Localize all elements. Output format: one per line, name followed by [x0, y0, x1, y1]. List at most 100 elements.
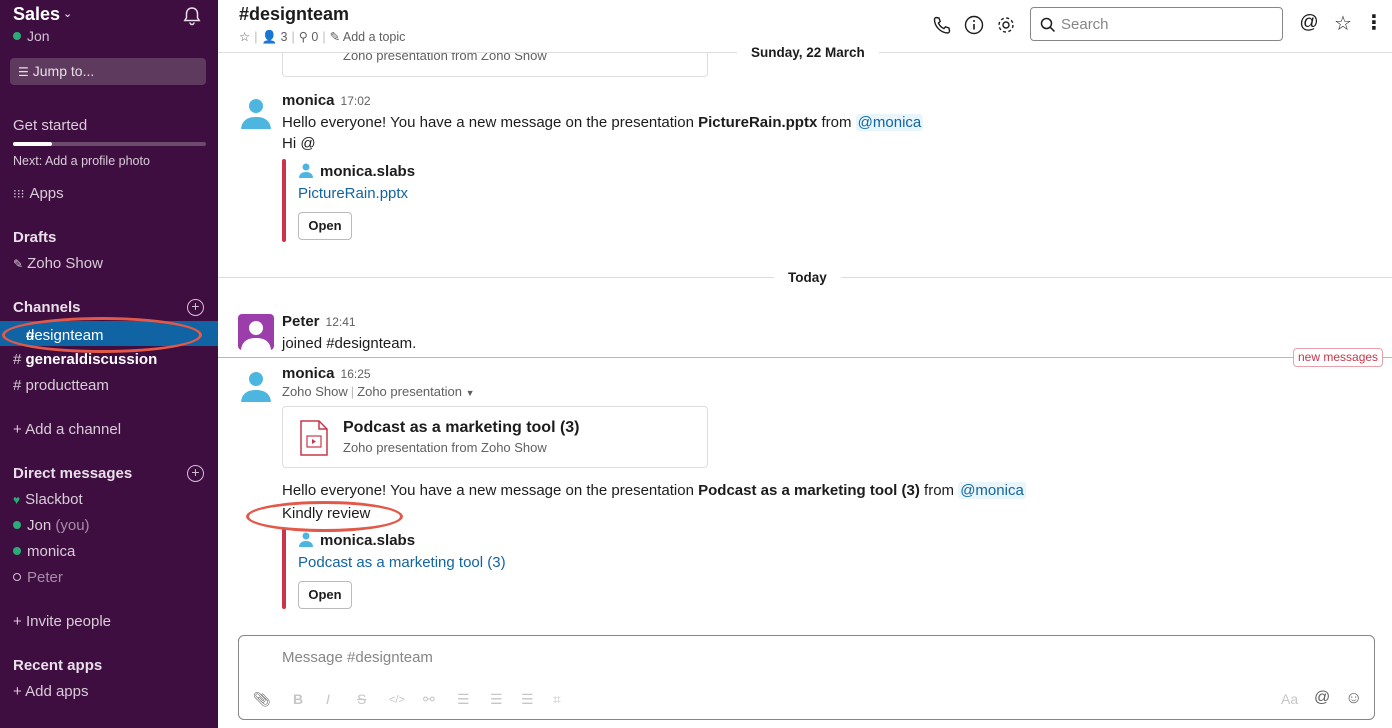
message-input[interactable]: Message #designteam — [282, 649, 433, 666]
sidebar-channel-productteam[interactable]: # productteam — [13, 377, 109, 394]
apps-link[interactable]: ⁝⁝⁝ Apps — [13, 185, 64, 202]
heart-icon: ♥ — [13, 493, 21, 507]
draft-item[interactable]: ✎ Zoho Show — [13, 255, 103, 272]
online-status-icon — [13, 521, 21, 529]
star-icon[interactable]: ☆ — [1332, 11, 1354, 35]
dm-item-slackbot[interactable]: ♥ Slackbot — [13, 491, 83, 508]
mention-icon[interactable]: @ — [1314, 689, 1330, 707]
direct-messages-header[interactable]: Direct messages — [13, 465, 132, 482]
message-author[interactable]: monica 17:02 — [282, 92, 371, 109]
message-author[interactable]: monica 16:25 — [282, 365, 371, 382]
dm-label: Slackbot — [25, 491, 83, 508]
chevron-down-icon: ⌄ — [63, 8, 73, 20]
members-icon[interactable]: 👤 — [261, 30, 277, 44]
format-toggle-icon[interactable]: Aa — [1281, 691, 1298, 707]
online-status-icon — [13, 32, 21, 40]
invite-label: Invite people — [25, 613, 112, 630]
message-time[interactable]: 16:25 — [341, 367, 371, 381]
more-icon[interactable]: ⋮ — [1363, 10, 1385, 34]
avatar[interactable] — [238, 93, 274, 129]
search-input[interactable] — [1061, 14, 1271, 34]
emoji-icon[interactable]: ☺ — [1345, 688, 1362, 708]
add-dm-icon[interactable]: + — [187, 465, 204, 482]
dm-suffix: (you) — [55, 517, 90, 534]
next-step-text[interactable]: Next: Add a profile photo — [13, 154, 150, 168]
day-divider-label: Sunday, 22 March — [737, 45, 879, 60]
dm-item-peter[interactable]: Peter — [13, 569, 63, 586]
bell-icon[interactable] — [181, 5, 203, 27]
star-icon[interactable]: ☆ — [239, 30, 250, 44]
file-card-title[interactable]: Podcast as a marketing tool (3) — [343, 419, 580, 437]
message-text-line2: Hi @ — [282, 135, 316, 152]
invite-people-link[interactable]: + Invite people — [13, 613, 111, 630]
slack-app: Sales ⌄ Jon ☰ Jump to... Get started Next:… — [0, 0, 1392, 728]
user-mention[interactable]: @monica — [855, 114, 924, 131]
sidebar: Sales ⌄ Jon ☰ Jump to... Get started Next:… — [0, 0, 218, 728]
offline-status-icon — [13, 573, 21, 581]
attach-icon[interactable]: 📎︎ — [253, 691, 271, 708]
channels-header[interactable]: Channels — [13, 299, 81, 316]
sidebar-channel-generaldiscussion[interactable]: # generaldiscussion — [13, 351, 157, 368]
gear-icon[interactable] — [995, 14, 1017, 36]
code-icon[interactable]: </> — [389, 694, 405, 706]
dm-item-jon[interactable]: Jon (you) — [13, 517, 90, 534]
avatar[interactable] — [238, 366, 274, 402]
current-user[interactable]: Jon — [13, 28, 50, 44]
add-channel-link[interactable]: + Add a channel — [13, 421, 121, 438]
jump-to-button[interactable]: ☰ Jump to... — [10, 58, 206, 85]
workspace-name: Sales — [13, 4, 61, 24]
message-time[interactable]: 17:02 — [341, 94, 371, 108]
add-apps-label: Add apps — [25, 683, 89, 700]
file-card[interactable]: Podcast as a marketing tool (3) Zoho pre… — [282, 406, 708, 468]
message-composer[interactable]: Message #designteam 📎︎ B I S </> ⚯ ☰ ☰ ☰… — [238, 635, 1375, 720]
recent-apps-header[interactable]: Recent apps — [13, 657, 102, 674]
draft-label: Zoho Show — [27, 255, 103, 272]
open-button[interactable]: Open — [298, 212, 352, 240]
dm-item-monica[interactable]: monica — [13, 543, 75, 560]
add-apps-link[interactable]: + Add apps — [13, 683, 89, 700]
attachment-link[interactable]: Podcast as a marketing tool (3) — [298, 554, 506, 571]
attachment-accent — [282, 528, 286, 609]
pencil-icon: ✎ — [329, 30, 341, 44]
hash-icon: # — [13, 377, 22, 394]
message-text: joined #designteam. — [282, 335, 417, 352]
workspace-switcher[interactable]: Sales ⌄ — [13, 4, 72, 25]
bold-icon[interactable]: B — [293, 691, 303, 707]
blockquote-icon[interactable]: ☰ — [521, 691, 534, 708]
pin-icon[interactable]: ⚲ — [299, 30, 308, 44]
dm-label: monica — [27, 543, 76, 560]
search-box[interactable] — [1030, 7, 1283, 41]
member-count[interactable]: 3 — [281, 30, 288, 44]
drafts-header[interactable]: Drafts — [13, 229, 56, 246]
channel-label: generaldiscussion — [25, 351, 158, 368]
hash-icon: # — [13, 351, 22, 368]
apps-label: Apps — [29, 185, 64, 202]
strikethrough-icon[interactable]: S — [357, 691, 366, 707]
add-channel-label: Add a channel — [25, 421, 122, 438]
mentions-icon[interactable]: @ — [1298, 12, 1320, 34]
add-channel-icon[interactable]: + — [187, 299, 204, 316]
channel-title[interactable]: #designteam — [239, 4, 349, 25]
avatar[interactable] — [238, 314, 274, 350]
sidebar-channel-designteam[interactable]: # designteam — [0, 321, 218, 346]
info-icon[interactable] — [963, 14, 985, 36]
pin-count[interactable]: 0 — [311, 30, 318, 44]
link-icon[interactable]: ⚯ — [423, 691, 435, 708]
phone-icon[interactable] — [931, 14, 953, 36]
message-text: Hello everyone! You have a new message o… — [282, 114, 924, 131]
code-block-icon[interactable]: ⌗ — [553, 691, 561, 708]
jump-to-icon: ☰ — [18, 65, 29, 79]
open-button[interactable]: Open — [298, 581, 352, 609]
apps-grid-icon: ⁝⁝⁝ — [13, 187, 25, 201]
message-author[interactable]: Peter 12:41 — [282, 313, 356, 330]
new-messages-divider — [218, 357, 1392, 358]
add-topic-link[interactable]: Add a topic — [343, 30, 406, 44]
bulleted-list-icon[interactable]: ☰ — [490, 691, 503, 708]
numbered-list-icon[interactable]: ☰ — [457, 691, 470, 708]
get-started-link[interactable]: Get started — [13, 117, 87, 134]
message-time[interactable]: 12:41 — [326, 315, 356, 329]
attachment-link[interactable]: PictureRain.pptx — [298, 185, 408, 202]
italic-icon[interactable]: I — [326, 691, 330, 707]
user-mention[interactable]: @monica — [958, 482, 1026, 499]
app-context[interactable]: Zoho Show | Zoho presentation ▼ — [282, 384, 475, 399]
